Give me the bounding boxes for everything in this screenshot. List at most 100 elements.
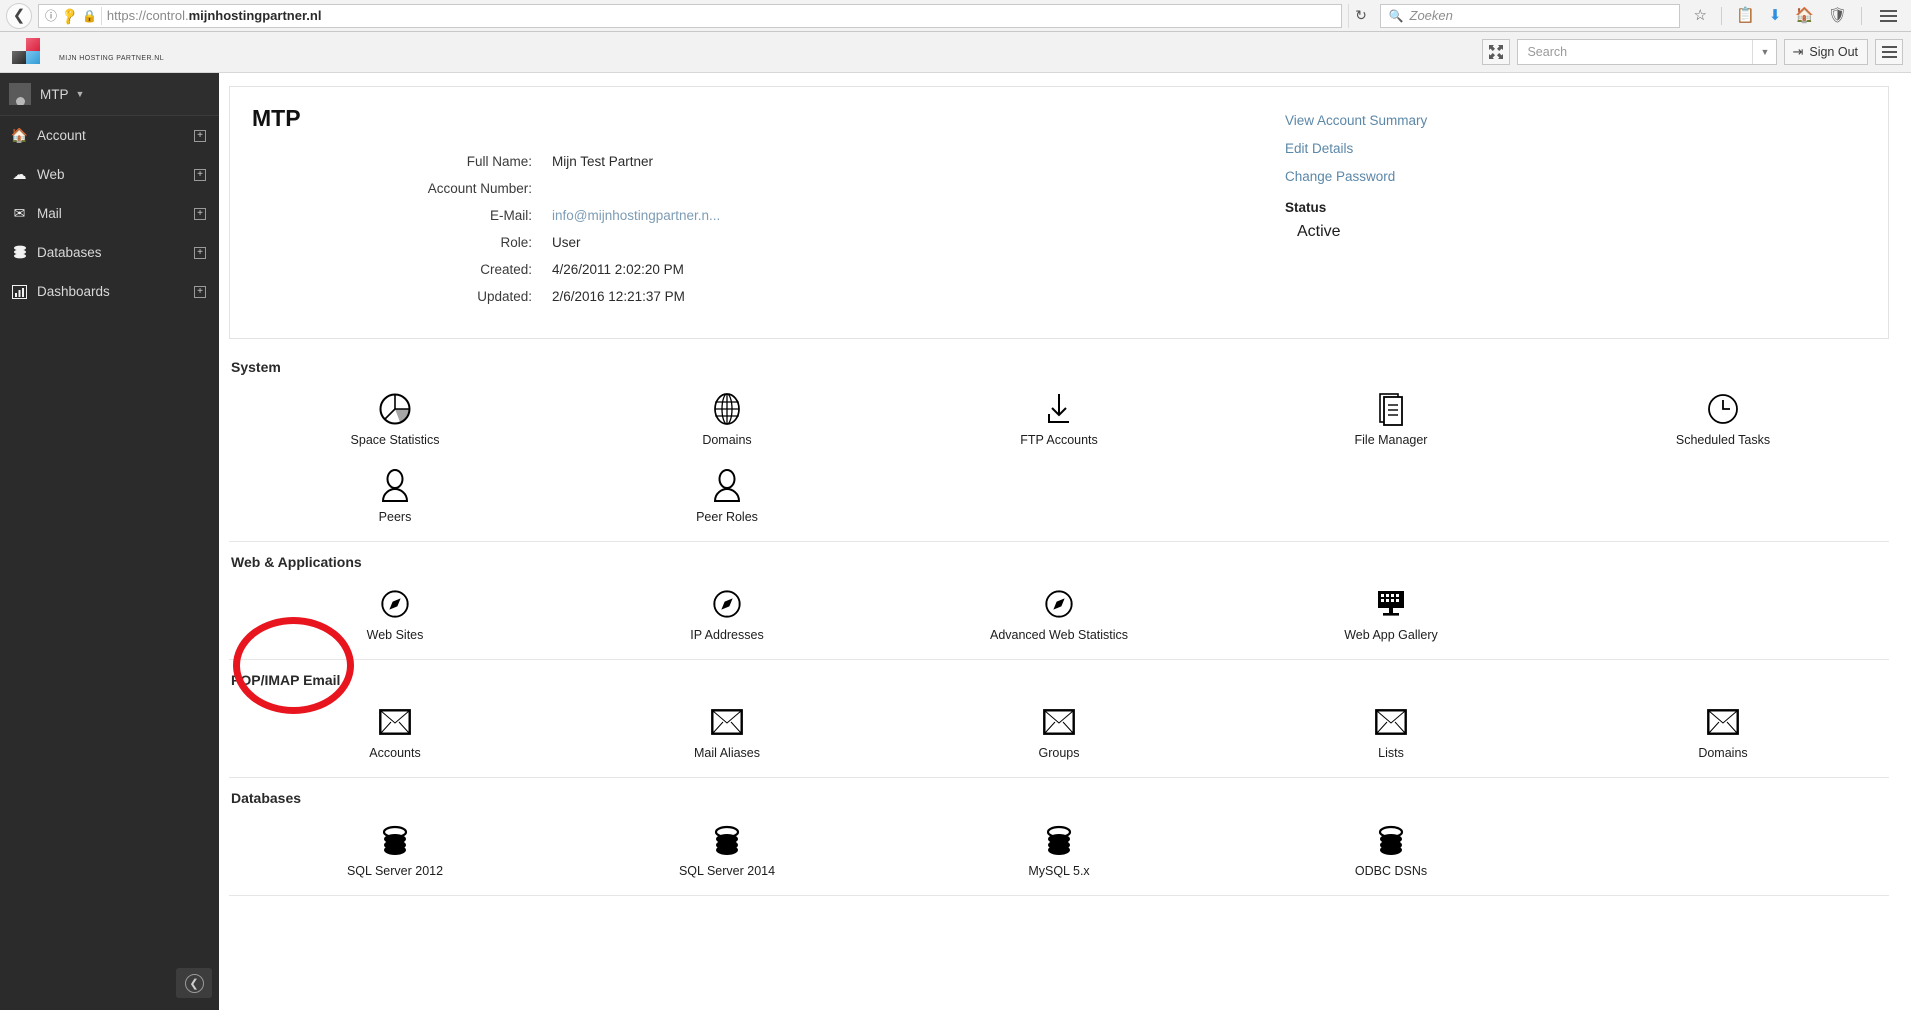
tile-advanced-web-statistics[interactable]: Advanced Web Statistics <box>893 578 1225 655</box>
status-label: Status <box>1284 200 1327 215</box>
database-icon <box>10 245 29 260</box>
account-field: Created: 4/26/2011 2:02:20 PM <box>252 262 1285 277</box>
section-title: Databases <box>231 790 302 806</box>
tile-file-manager[interactable]: File Manager <box>1225 383 1557 460</box>
expand-toggle[interactable]: + <box>194 207 206 220</box>
sidebar-collapse-button[interactable]: ❮ <box>176 968 212 998</box>
expand-arrows-icon[interactable] <box>1482 39 1511 65</box>
change-password-link[interactable]: Change Password <box>1285 169 1866 184</box>
home-icon[interactable]: 🏠 <box>1795 8 1814 23</box>
field-value: Mijn Test Partner <box>552 154 654 169</box>
tile-sql-server-2014[interactable]: SQL Server 2014 <box>561 814 893 891</box>
sidebar-item-label: Databases <box>37 245 102 260</box>
tile-groups[interactable]: Groups <box>893 696 1225 773</box>
chevron-down-icon[interactable]: ▼ <box>1752 40 1776 64</box>
divider <box>229 777 1889 778</box>
envelope-icon: ✉ <box>13 205 26 221</box>
tile-grid: Accounts Mail Aliases Groups Lists Domai… <box>229 696 1889 773</box>
tile-ip-addresses[interactable]: IP Addresses <box>561 578 893 655</box>
account-field: E-Mail: info@mijnhostingpartner.n... <box>252 208 1285 223</box>
tile-label: Domains <box>1698 746 1748 760</box>
field-value: 2/6/2016 12:21:37 PM <box>552 289 685 304</box>
edit-details-link[interactable]: Edit Details <box>1285 141 1866 156</box>
tile-peer-roles[interactable]: Peer Roles <box>561 460 893 537</box>
page-body: MTP ▼ 🏠 Account + ☁ Web + ✉ Mail + Datab… <box>0 73 1911 1010</box>
tile-web-sites[interactable]: Web Sites <box>229 578 561 655</box>
avatar <box>9 83 31 105</box>
divider <box>229 541 1889 542</box>
address-bar[interactable]: ⓘ 🔑 🔒 https://control.mijnhostingpartner… <box>38 3 1342 28</box>
bookmark-star-icon[interactable]: ☆ <box>1694 8 1707 23</box>
tile-label: Peers <box>378 510 412 524</box>
expand-toggle[interactable]: + <box>194 246 206 259</box>
sidebar-user[interactable]: MTP ▼ <box>0 73 219 116</box>
info-icon[interactable]: ⓘ <box>45 10 57 22</box>
sign-out-button[interactable]: ⇥ Sign Out <box>1784 39 1868 65</box>
email-link[interactable]: info@mijnhostingpartner.n... <box>552 208 720 223</box>
expand-toggle[interactable]: + <box>194 285 206 298</box>
tile-sql-server-2012[interactable]: SQL Server 2012 <box>229 814 561 891</box>
reading-list-icon[interactable]: 📋 <box>1736 8 1755 23</box>
field-label: Created: <box>480 262 532 277</box>
sidebar-item-label: Account <box>37 128 86 143</box>
back-arrow-icon[interactable]: ❮ <box>6 2 32 29</box>
page-title: MTP <box>252 105 301 131</box>
section-title: Web & Applications <box>231 554 362 570</box>
sign-out-icon: ⇥ <box>1792 44 1804 59</box>
key-icon[interactable]: 🔑 <box>59 5 79 25</box>
divider <box>1861 6 1862 25</box>
sidebar-item-web[interactable]: ☁ Web + <box>0 155 219 194</box>
site-identity-icons[interactable]: ⓘ 🔑 🔒 <box>43 5 102 26</box>
tile-grid: Web Sites IP Addresses Advanced Web Stat… <box>229 578 1889 655</box>
view-account-summary-link[interactable]: View Account Summary <box>1285 113 1866 128</box>
tile-mail-aliases[interactable]: Mail Aliases <box>561 696 893 773</box>
tile-mysql[interactable]: MySQL 5.x <box>893 814 1225 891</box>
reload-icon[interactable]: ↻ <box>1347 3 1374 28</box>
sidebar-item-mail[interactable]: ✉ Mail + <box>0 194 219 233</box>
account-details: MTP Full Name: Mijn Test Partner Account… <box>252 105 1285 316</box>
menu-icon[interactable] <box>1876 9 1897 22</box>
account-field: Account Number: <box>252 181 1285 196</box>
tile-scheduled-tasks[interactable]: Scheduled Tasks <box>1557 383 1889 460</box>
app-search-placeholder: Search <box>1527 45 1568 59</box>
tile-label: ODBC DSNs <box>1354 864 1428 878</box>
tile-web-app-gallery[interactable]: Web App Gallery <box>1225 578 1557 655</box>
section-title: POP/IMAP Email <box>231 672 341 688</box>
tile-space-statistics[interactable]: Space Statistics <box>229 383 561 460</box>
database-icon <box>380 820 410 860</box>
logo[interactable]: MIJN HOSTING PARTNER.NL <box>10 38 164 66</box>
downloads-icon[interactable]: ⬇ <box>1769 8 1782 23</box>
lock-icon[interactable]: 🔒 <box>82 10 97 22</box>
tile-domains[interactable]: Domains <box>561 383 893 460</box>
tile-mail-accounts[interactable]: Accounts <box>229 696 561 773</box>
tile-label: MySQL 5.x <box>1028 864 1090 878</box>
sidebar-item-account[interactable]: 🏠 Account + <box>0 116 219 155</box>
database-icon <box>1044 820 1074 860</box>
search-icon: 🔍 <box>1388 8 1404 23</box>
envelope-icon <box>379 702 411 742</box>
logo-mark-icon <box>10 38 54 64</box>
sidebar-item-dashboards[interactable]: Dashboards + <box>0 272 219 311</box>
cloud-icon: ☁ <box>12 166 27 182</box>
tile-label: Peer Roles <box>696 510 758 524</box>
tile-label: Web App Gallery <box>1344 628 1438 642</box>
pocket-icon[interactable]: 🛡 <box>1828 8 1847 23</box>
chevron-down-icon[interactable]: ▼ <box>76 89 85 99</box>
sidebar: MTP ▼ 🏠 Account + ☁ Web + ✉ Mail + Datab… <box>0 73 219 1010</box>
tile-odbc-dsns[interactable]: ODBC DSNs <box>1225 814 1557 891</box>
expand-toggle[interactable]: + <box>194 168 206 181</box>
tile-mail-domains[interactable]: Domains <box>1557 696 1889 773</box>
app-search-input[interactable]: Search ▼ <box>1517 39 1778 65</box>
database-icon <box>1376 820 1406 860</box>
sidebar-item-databases[interactable]: Databases + <box>0 233 219 272</box>
browser-search-input[interactable]: 🔍 Zoeken <box>1379 3 1680 28</box>
tile-lists[interactable]: Lists <box>1225 696 1557 773</box>
hamburger-menu-icon[interactable] <box>1875 39 1903 65</box>
tile-ftp-accounts[interactable]: FTP Accounts <box>893 383 1225 460</box>
expand-toggle[interactable]: + <box>194 129 206 142</box>
divider <box>229 895 1889 896</box>
tile-label: SQL Server 2012 <box>346 864 444 878</box>
sign-out-label: Sign Out <box>1809 45 1858 59</box>
tile-peers[interactable]: Peers <box>229 460 561 537</box>
sidebar-item-label: Dashboards <box>37 284 110 299</box>
